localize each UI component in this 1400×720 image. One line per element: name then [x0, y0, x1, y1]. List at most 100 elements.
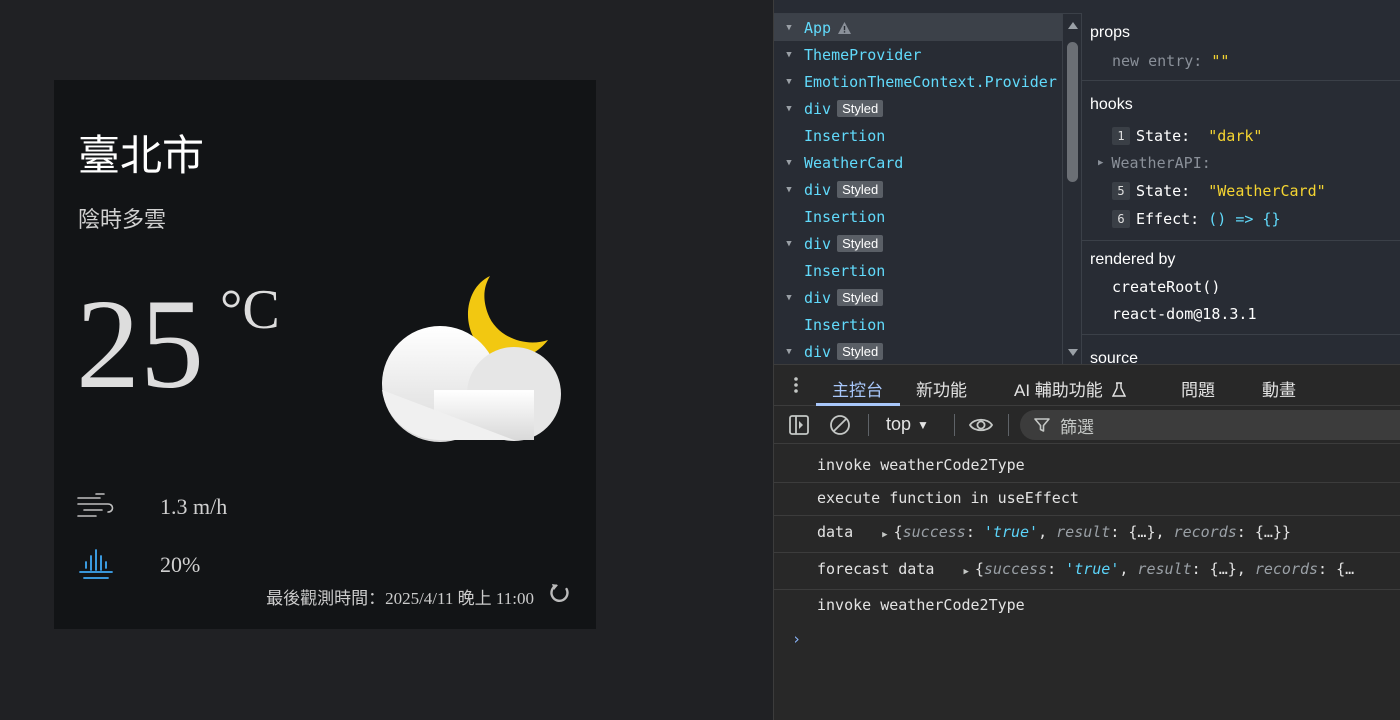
- tab-issues[interactable]: 問題: [1181, 376, 1215, 401]
- tree-row[interactable]: ▼ div Styled: [774, 176, 1062, 203]
- tree-row[interactable]: ▼ div Styled: [774, 338, 1062, 364]
- source-heading: source: [1090, 350, 1139, 364]
- temperature-value: 25: [76, 273, 204, 415]
- tree-row[interactable]: ▼ WeatherCard: [774, 149, 1062, 176]
- more-vertical-icon[interactable]: [790, 375, 802, 395]
- console-message[interactable]: execute function in useEffect: [817, 489, 1079, 507]
- logged-object[interactable]: ▶ {success: 'true', result: {…}, records:…: [862, 523, 1291, 541]
- caret-down-icon[interactable]: ▼: [774, 347, 804, 357]
- toolbar-divider: [954, 414, 955, 436]
- scroll-down-icon[interactable]: [1067, 348, 1079, 358]
- new-prop-row[interactable]: new entry: "": [1112, 52, 1229, 70]
- hook-label: Effect:: [1136, 210, 1200, 228]
- tree-row[interactable]: ▼ EmotionThemeContext.Provider: [774, 68, 1062, 95]
- hook-value: () => {}: [1208, 210, 1281, 228]
- caret-right-icon[interactable]: ▶: [1098, 158, 1103, 168]
- temperature-unit: °C: [220, 279, 280, 341]
- console-prompt[interactable]: ›: [792, 630, 801, 648]
- tab-ai-assistance[interactable]: AI 輔助功能: [1014, 376, 1126, 401]
- context-selector[interactable]: top ▼: [886, 414, 929, 435]
- app-viewport: 臺北市 陰時多雲 25 °C 1.3 m/h 20% 最後觀測時間：2025/4…: [0, 0, 773, 720]
- console-drawer: 主控台 新功能 AI 輔助功能 問題 動畫 top ▼ 篩選 invoke we…: [774, 364, 1400, 720]
- wind-row: 1.3 m/h: [76, 490, 227, 524]
- tree-row[interactable]: Insertion: [774, 311, 1062, 338]
- hoc-badge: Styled: [837, 289, 884, 306]
- hook-row[interactable]: ▶ WeatherAPI:: [1098, 154, 1211, 172]
- expand-caret-icon[interactable]: ▶: [963, 567, 968, 577]
- cloudy-night-icon: [382, 276, 561, 442]
- hook-value[interactable]: "dark": [1208, 127, 1262, 145]
- caret-down-icon[interactable]: ▼: [774, 158, 804, 168]
- refresh-icon[interactable]: [548, 581, 572, 605]
- tree-row[interactable]: ▼ div Styled: [774, 284, 1062, 311]
- filter-icon: [1034, 418, 1050, 432]
- tab-console[interactable]: 主控台: [832, 376, 883, 401]
- hook-row[interactable]: 6 Effect: () => {}: [1112, 210, 1281, 228]
- rain-row: 20%: [76, 548, 200, 582]
- filter-placeholder: 篩選: [1060, 417, 1094, 437]
- eye-icon[interactable]: [968, 414, 994, 436]
- hook-label: State:: [1136, 127, 1191, 145]
- caret-down-icon[interactable]: ▼: [774, 50, 804, 60]
- props-heading: props: [1090, 24, 1131, 41]
- tree-row[interactable]: ▼ div Styled: [774, 230, 1062, 257]
- caret-down-icon[interactable]: ▼: [774, 77, 804, 87]
- hook-index: 1: [1112, 127, 1130, 145]
- scroll-up-icon[interactable]: [1067, 20, 1079, 30]
- console-message[interactable]: forecast data ▶ {success: 'true', result:…: [817, 560, 1354, 578]
- tab-animations[interactable]: 動畫: [1262, 376, 1296, 401]
- hoc-badge: Styled: [837, 181, 884, 198]
- expand-caret-icon[interactable]: ▶: [882, 530, 887, 540]
- observation-time: 最後觀測時間：2025/4/11 晚上 11:00: [266, 589, 534, 608]
- console-message[interactable]: data ▶ {success: 'true', result: {…}, rec…: [817, 523, 1291, 541]
- hoc-badge: Styled: [837, 235, 884, 252]
- tree-row-name: div: [804, 99, 832, 118]
- console-message[interactable]: invoke weatherCode2Type: [817, 456, 1025, 474]
- rain-probability-value: 20%: [160, 552, 201, 577]
- tree-row[interactable]: ▼ ThemeProvider: [774, 41, 1062, 68]
- new-entry-value[interactable]: "": [1211, 52, 1229, 70]
- hooks-heading: hooks: [1090, 96, 1133, 113]
- tree-row-name: div: [804, 288, 832, 307]
- tree-row[interactable]: Insertion: [774, 257, 1062, 284]
- sidebar-toggle-icon[interactable]: [788, 414, 810, 436]
- divider: [1082, 334, 1400, 335]
- message-divider: [774, 482, 1400, 483]
- logged-object[interactable]: ▶ {success: 'true', result: {…}, records:…: [943, 560, 1354, 578]
- message-label: data: [817, 523, 854, 541]
- console-messages: invoke weatherCode2Type execute function…: [774, 444, 1400, 720]
- scroll-thumb[interactable]: [1067, 42, 1078, 182]
- tree-row[interactable]: ▼ div Styled: [774, 95, 1062, 122]
- caret-down-icon[interactable]: ▼: [774, 104, 804, 114]
- caret-down-icon[interactable]: ▼: [774, 23, 804, 33]
- tree-row[interactable]: ▼ App: [774, 14, 1062, 41]
- tree-row[interactable]: Insertion: [774, 203, 1062, 230]
- weather-card: 臺北市 陰時多雲 25 °C 1.3 m/h 20% 最後觀測時間：2025/4…: [54, 80, 596, 629]
- tree-row-name: div: [804, 180, 832, 199]
- divider: [1082, 80, 1400, 81]
- hook-value[interactable]: "WeatherCard": [1208, 182, 1325, 200]
- tree-row-name: Insertion: [804, 126, 886, 145]
- caret-down-icon[interactable]: ▼: [774, 239, 804, 249]
- tab-whats-new[interactable]: 新功能: [916, 376, 967, 401]
- tree-scrollbar[interactable]: [1062, 14, 1082, 364]
- hook-row[interactable]: 1 State: "dark": [1112, 127, 1262, 145]
- clear-console-icon[interactable]: [829, 414, 851, 436]
- wind-speed-value: 1.3 m/h: [160, 494, 228, 519]
- drawer-tabbar: 主控台 新功能 AI 輔助功能 問題 動畫: [774, 364, 1400, 406]
- hook-index: 6: [1112, 210, 1130, 228]
- message-divider: [774, 589, 1400, 590]
- toolbar-divider: [868, 414, 869, 436]
- tree-header: [774, 0, 1082, 14]
- console-filter-input[interactable]: 篩選: [1020, 410, 1400, 440]
- hook-label: State:: [1136, 182, 1191, 200]
- console-message[interactable]: invoke weatherCode2Type: [817, 596, 1025, 614]
- tree-row-name: ThemeProvider: [804, 45, 922, 64]
- message-divider: [774, 515, 1400, 516]
- tab-ai-assistance-label: AI 輔助功能: [1014, 381, 1103, 400]
- component-tree: ▼ App ▼ ThemeProvider ▼ EmotionThemeCont…: [774, 14, 1062, 364]
- hook-row[interactable]: 5 State: "WeatherCard": [1112, 182, 1326, 200]
- tree-row[interactable]: Insertion: [774, 122, 1062, 149]
- caret-down-icon[interactable]: ▼: [774, 185, 804, 195]
- caret-down-icon[interactable]: ▼: [774, 293, 804, 303]
